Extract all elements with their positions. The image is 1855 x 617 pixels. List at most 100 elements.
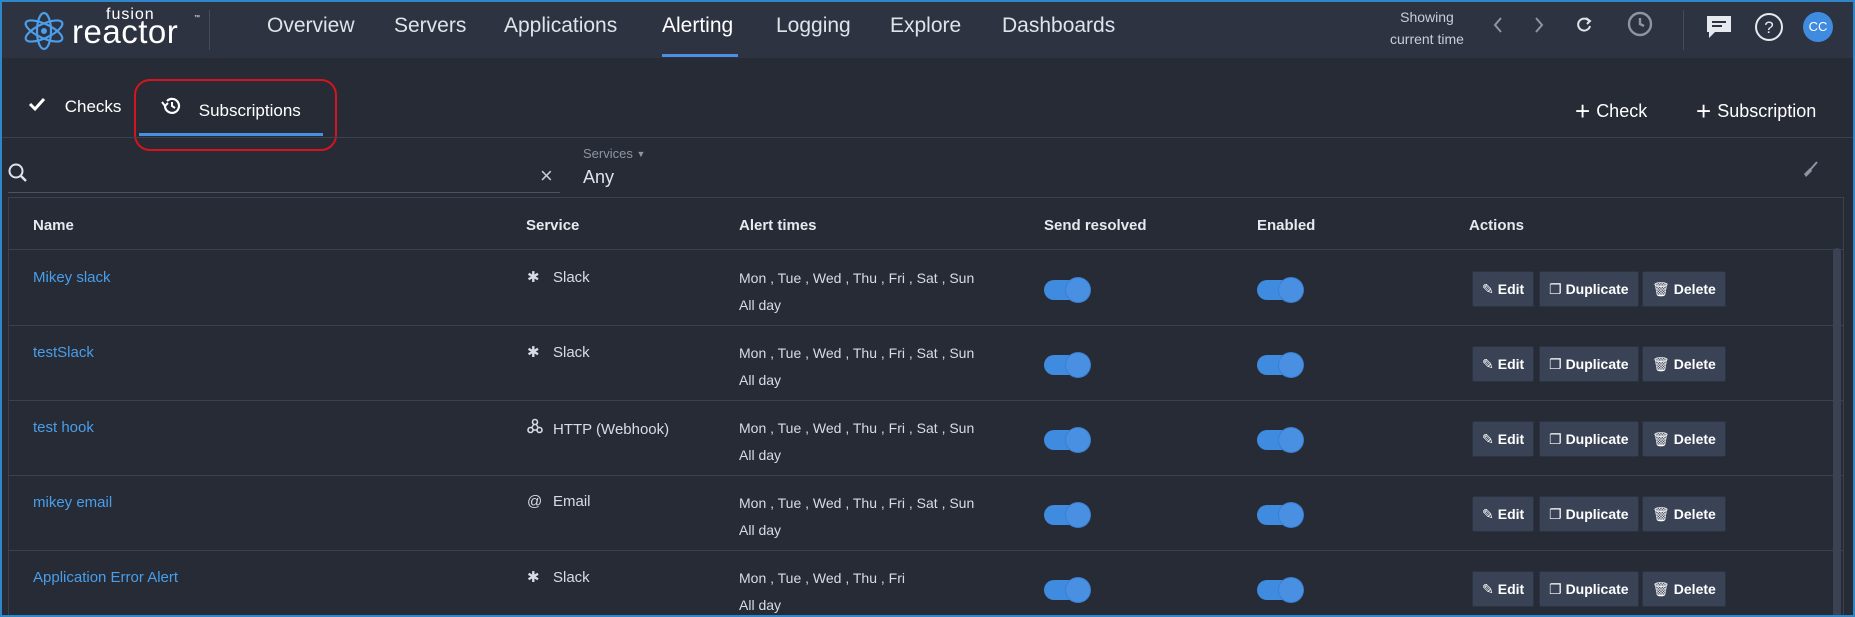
duplicate-button[interactable]: ❐ Duplicate [1539,271,1639,307]
caret-down-icon: ▼ [636,149,646,159]
delete-button[interactable]: 🗑 Delete [1642,271,1726,307]
time-showing-label: Showing [1400,9,1454,25]
table-header: Name Service Alert times Send resolved E… [9,198,1843,250]
fusionreactor-logo[interactable]: fusion reactor ™ [22,5,200,53]
nav-servers[interactable]: Servers [394,14,466,38]
subscription-name-link[interactable]: Application Error Alert [33,569,178,586]
subscription-name-link[interactable]: testSlack [33,344,94,361]
time-current-label: current time [1390,31,1464,47]
copy-icon: ❐ [1549,281,1562,297]
nav-overview[interactable]: Overview [267,14,355,38]
table-row: test hook HTTP (Webhook) Mon , Tue , Wed… [9,401,1843,476]
nav-divider [209,10,210,50]
nav-dashboards[interactable]: Dashboards [1002,14,1115,38]
close-icon[interactable]: × [540,163,553,189]
duplicate-button[interactable]: ❐ Duplicate [1539,421,1639,457]
nav-applications[interactable]: Applications [504,14,617,38]
send-resolved-toggle[interactable] [1044,353,1090,377]
alert-times-cell: Mon , Tue , Wed , Thu , Fri All day [739,565,905,617]
delete-button[interactable]: 🗑 Delete [1642,421,1726,457]
tab-checks[interactable]: Checks [28,96,121,117]
alert-times-cell: Mon , Tue , Wed , Thu , Fri , Sat , Sun … [739,490,974,544]
nav-explore[interactable]: Explore [890,14,961,38]
service-label: Slack [553,269,590,286]
duplicate-button[interactable]: ❐ Duplicate [1539,346,1639,382]
trash-icon: 🗑 [1652,431,1670,447]
subscription-name-link[interactable]: test hook [33,419,94,436]
nav-logging[interactable]: Logging [776,14,851,38]
edit-label: Edit [1497,431,1525,447]
service-cell: ✱ Slack [527,268,590,286]
enabled-toggle[interactable] [1257,503,1303,527]
copy-icon: ❐ [1549,506,1562,522]
service-label: Slack [553,569,590,586]
delete-button[interactable]: 🗑 Delete [1642,496,1726,532]
alert-hours: All day [739,447,782,463]
clock-icon[interactable] [1627,11,1653,42]
nav-alerting[interactable]: Alerting [662,14,733,38]
search-underline [8,192,560,193]
copy-icon: ❐ [1549,431,1562,447]
slack-icon: ✱ [527,269,540,286]
enabled-toggle[interactable] [1257,578,1303,602]
column-alert-times[interactable]: Alert times [739,217,817,234]
alert-hours: All day [739,297,782,313]
enabled-toggle[interactable] [1257,278,1303,302]
delete-label: Delete [1673,281,1716,297]
column-service[interactable]: Service [526,217,579,234]
user-avatar[interactable]: CC [1803,12,1833,42]
column-send-resolved[interactable]: Send resolved [1044,217,1147,234]
duplicate-label: Duplicate [1565,281,1629,297]
edit-button[interactable]: ✎ Edit [1472,571,1535,607]
edit-button[interactable]: ✎ Edit [1472,496,1535,532]
send-resolved-toggle[interactable] [1044,278,1090,302]
delete-button[interactable]: 🗑 Delete [1642,346,1726,382]
subscription-name-link[interactable]: Mikey slack [33,269,111,286]
column-enabled[interactable]: Enabled [1257,217,1315,234]
atom-logo-icon [24,11,64,51]
send-resolved-toggle[interactable] [1044,428,1090,452]
send-resolved-toggle[interactable] [1044,503,1090,527]
pencil-icon: ✎ [1482,281,1494,297]
add-subscription-button[interactable]: + Subscription [1696,96,1816,127]
send-resolved-toggle[interactable] [1044,578,1090,602]
edit-label: Edit [1497,356,1525,372]
add-subscription-label: Subscription [1717,101,1817,121]
column-name[interactable]: Name [33,217,74,234]
edit-button[interactable]: ✎ Edit [1472,271,1535,307]
pencil-icon: ✎ [1482,431,1494,447]
alert-times-cell: Mon , Tue , Wed , Thu , Fri , Sat , Sun … [739,265,974,319]
chat-icon[interactable] [1705,14,1733,45]
table-scrollbar[interactable] [1833,248,1841,617]
subtab-divider [2,137,1853,138]
service-cell: HTTP (Webhook) [527,418,669,438]
trash-icon: 🗑 [1652,581,1670,597]
delete-label: Delete [1673,506,1716,522]
alert-hours: All day [739,522,782,538]
chevron-right-icon[interactable] [1532,14,1546,41]
search-input[interactable] [34,162,534,188]
delete-label: Delete [1673,356,1716,372]
edit-button[interactable]: ✎ Edit [1472,421,1535,457]
time-range-display[interactable]: Showing current time [1390,6,1464,50]
enabled-toggle[interactable] [1257,428,1303,452]
help-icon[interactable]: ? [1754,12,1784,47]
services-filter-label[interactable]: Services ▼ [583,146,645,161]
services-filter-value[interactable]: Any [583,167,614,188]
table-row: Mikey slack ✱ Slack Mon , Tue , Wed , Thu… [9,251,1843,326]
duplicate-button[interactable]: ❐ Duplicate [1539,496,1639,532]
enabled-toggle[interactable] [1257,353,1303,377]
subscription-name-link[interactable]: mikey email [33,494,112,511]
service-label: HTTP (Webhook) [553,421,670,438]
chevron-left-icon[interactable] [1491,14,1505,41]
column-actions: Actions [1469,217,1525,234]
duplicate-button[interactable]: ❐ Duplicate [1539,571,1639,607]
copy-icon: ❐ [1549,356,1562,372]
delete-button[interactable]: 🗑 Delete [1642,571,1726,607]
clear-filters-icon[interactable] [1800,160,1820,185]
refresh-icon[interactable] [1574,15,1594,40]
edit-button[interactable]: ✎ Edit [1472,346,1535,382]
add-check-button[interactable]: + Check [1575,96,1647,127]
duplicate-label: Duplicate [1565,506,1629,522]
red-highlight-annotation [134,79,337,151]
